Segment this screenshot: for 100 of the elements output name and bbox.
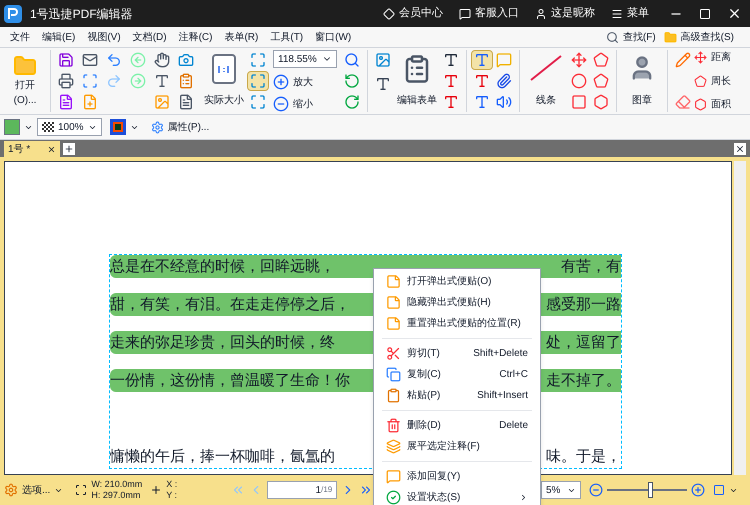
fit-page-icon[interactable]	[247, 71, 269, 91]
view-mode-icon[interactable]	[713, 484, 725, 496]
menu-item[interactable]: 设置状态(S)	[374, 487, 540, 505]
menu-item[interactable]: 添加回复(Y)	[374, 466, 540, 487]
menu-item-icon	[386, 469, 401, 484]
cursor-x: X :	[166, 479, 178, 490]
menu-item-icon	[386, 490, 401, 505]
folder-icon	[664, 30, 677, 44]
menu-item[interactable]: 注释(C)	[172, 30, 218, 44]
measure-button[interactable]: 距离	[694, 50, 731, 65]
options-button[interactable]: 选项...	[4, 482, 64, 498]
text-span: 总是在不经意的时候，回眸远眺，	[110, 256, 335, 278]
menu-item[interactable]: 工具(T)	[264, 30, 310, 44]
menu-item[interactable]: 隐藏弹出式便贴(H)	[374, 292, 540, 313]
edit-form-button[interactable]: 编辑表单	[394, 50, 440, 112]
title-link[interactable]: 菜单	[611, 5, 649, 22]
title-link[interactable]: 这是昵称	[535, 5, 595, 22]
stroke-color-icon[interactable]	[110, 119, 126, 135]
slider-thumb[interactable]	[648, 482, 654, 498]
menu-item[interactable]: 打开弹出式便贴(O)	[374, 271, 540, 292]
open-button[interactable]: 打开(O)...	[4, 50, 46, 112]
distance-icon	[694, 51, 707, 64]
stamp-button[interactable]: 图章	[621, 50, 663, 112]
link-icon	[459, 8, 471, 20]
zoom-select[interactable]: 118.55%	[273, 50, 337, 68]
title-link[interactable]: 客服入口	[459, 5, 519, 22]
text-span: 感受那一路	[546, 294, 621, 316]
text-span: 味。于是，	[546, 446, 621, 468]
menu-item[interactable]: 窗口(W)	[309, 30, 358, 44]
menu-item[interactable]: 编辑(E)	[36, 30, 82, 44]
line-button[interactable]: 线条	[524, 50, 568, 112]
zoom-out-icon[interactable]	[589, 483, 603, 497]
maximize-icon[interactable]	[699, 8, 711, 20]
measure-button[interactable]: 周长	[694, 74, 731, 88]
zoom-out-button[interactable]: 缩小	[273, 96, 337, 112]
close-icon	[735, 144, 745, 154]
actual-size-button[interactable]: 实际大小	[201, 50, 247, 112]
text-span: 走来的弥足珍贵，回头的时候，终	[110, 332, 335, 354]
menu-item-icon	[386, 418, 401, 433]
text-span: 甜，有笑，有泪。在走走停停之后，	[110, 294, 350, 316]
menu-item-icon	[386, 316, 401, 331]
line-icon	[529, 54, 563, 82]
text-span: 走不掉了。	[546, 370, 621, 392]
search-icon	[606, 30, 619, 44]
area-icon	[694, 98, 707, 111]
menu-item-icon	[386, 439, 401, 454]
page-count: /19	[321, 484, 332, 496]
plus-icon	[64, 144, 74, 154]
page-field[interactable]: 1/19	[267, 481, 338, 499]
perimeter-icon	[694, 74, 707, 88]
new-tab-button[interactable]	[63, 143, 75, 155]
menu-item-icon	[386, 388, 401, 403]
page-width: W: 210.0mm	[91, 479, 142, 490]
menu-item[interactable]: 删除(D) Delete	[374, 415, 540, 436]
advanced-find-button[interactable]: 高级查找(S)	[664, 30, 734, 44]
zoom-in-button[interactable]: 放大	[273, 74, 337, 90]
menu-item[interactable]: 重置弹出式便贴的位置(R)	[374, 313, 540, 334]
zoom-in-icon	[273, 74, 289, 90]
app-logo-icon	[4, 4, 22, 22]
text-tool-icon[interactable]	[471, 50, 493, 70]
page-size-icon	[75, 484, 88, 496]
menu-item[interactable]: 视图(V)	[81, 30, 127, 44]
zoom-field[interactable]: 5%	[541, 481, 581, 499]
zoom-in-icon[interactable]	[691, 483, 705, 497]
window-title: 1号迅捷PDF编辑器	[30, 6, 133, 22]
link-icon	[611, 8, 623, 20]
crosshair-icon	[150, 484, 162, 496]
fill-color-swatch[interactable]	[4, 119, 20, 135]
link-icon	[383, 8, 395, 20]
menu-item-icon	[386, 274, 401, 289]
find-button[interactable]: 查找(F)	[606, 30, 656, 44]
measure-button[interactable]: 面积	[694, 97, 731, 112]
link-icon	[535, 8, 547, 20]
text-span: 处，逗留了	[546, 332, 621, 354]
menu-item[interactable]: 表单(R)	[218, 30, 264, 44]
title-link[interactable]: 会员中心	[383, 5, 443, 22]
zoom-slider[interactable]	[607, 482, 687, 498]
menu-item-icon	[386, 295, 401, 310]
menu-item-icon	[386, 367, 401, 382]
properties-button[interactable]: 属性(P)...	[150, 120, 210, 134]
settings-icon	[4, 483, 18, 497]
text-span: 一份情，这份情，曾温暖了生命！你	[110, 370, 350, 392]
menu-item[interactable]: 复制(C) Ctrl+C	[374, 364, 540, 385]
checker-icon	[42, 122, 54, 132]
opacity-select[interactable]: 100%	[37, 118, 102, 136]
menu-item[interactable]: 展平选定注释(F)	[374, 436, 540, 457]
close-icon[interactable]	[727, 6, 742, 21]
menu-item[interactable]: 粘贴(P) Shift+Insert	[374, 385, 540, 406]
page-icon	[212, 54, 236, 84]
menu-item[interactable]: 文档(D)	[126, 30, 173, 44]
menu-item-icon	[386, 346, 401, 361]
close-tab-icon[interactable]	[47, 144, 56, 154]
close-document-button[interactable]	[734, 143, 746, 155]
menu-item[interactable]: 文件	[4, 30, 36, 44]
menu-item[interactable]: 剪切(T) Shift+Delete	[374, 343, 540, 364]
text-span: 慵懒的午后，捧一杯咖啡，氤氲的	[110, 446, 335, 468]
document-tab[interactable]: 1号 *	[4, 141, 60, 157]
settings-icon	[150, 120, 164, 134]
cursor-y: Y :	[166, 490, 178, 501]
zoom-out-icon	[273, 96, 289, 112]
